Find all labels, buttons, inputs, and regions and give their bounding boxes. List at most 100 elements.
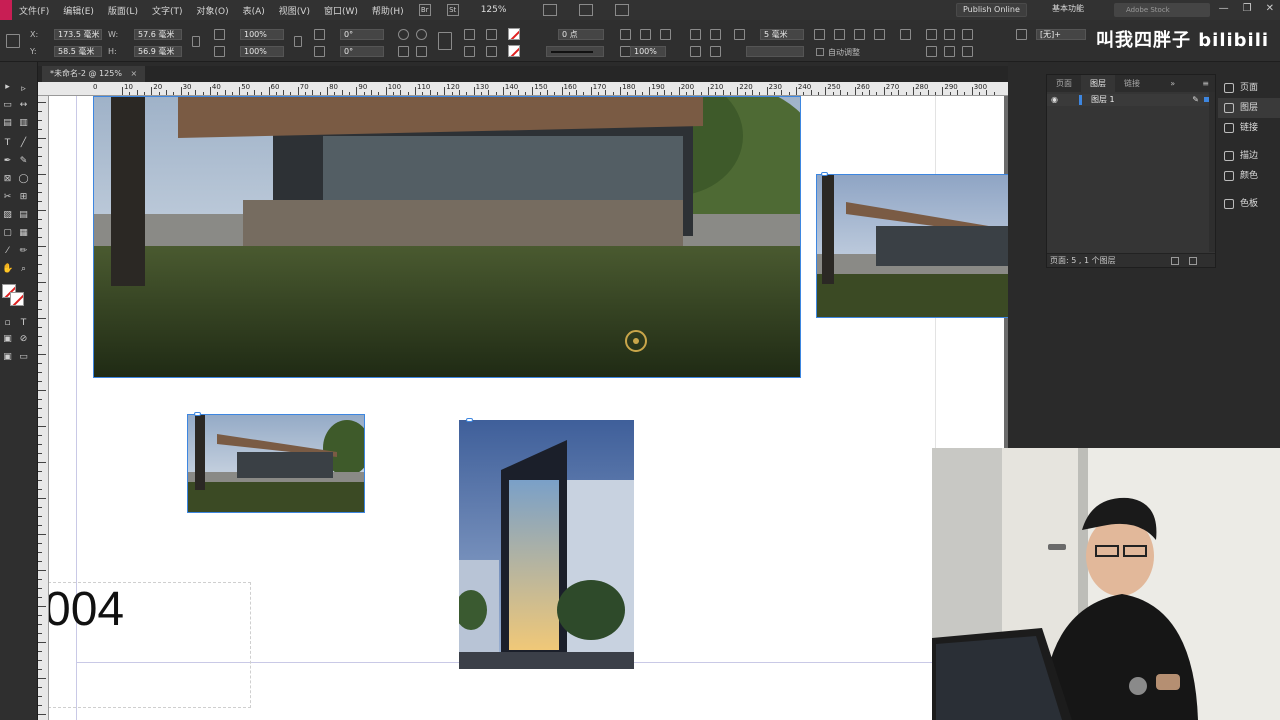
horizontal-ruler[interactable]: 0 10 20 30 40 50 60 70 80 90 100 110 120 130 140 150 160… [38,82,1008,96]
menu-help[interactable]: 帮助(H) [365,4,411,17]
adobe-stock-search[interactable]: Adobe Stock [1114,3,1210,17]
object-style-dropdown[interactable]: [无]+ [1036,29,1086,40]
align-right-icon[interactable] [962,29,973,40]
anchor-point-house-right-icon[interactable] [821,172,828,176]
anchor-point-house-small-icon[interactable] [194,412,201,416]
shear-field[interactable]: 0° [340,46,384,57]
zoom-tool-icon[interactable]: ⌕ [18,264,29,275]
center-content-icon[interactable] [854,29,865,40]
visibility-eye-icon[interactable]: ◉ [1051,95,1060,104]
auto-fit-checkbox[interactable] [816,48,824,56]
layer-name[interactable]: 图层 1 [1091,94,1115,106]
content-placer-icon[interactable]: ▥ [18,118,29,129]
reference-point-icon[interactable] [6,34,20,48]
screen-mode-icon[interactable] [578,4,593,16]
tab-layers[interactable]: 图层 [1081,75,1115,92]
select-content-icon[interactable] [464,46,475,57]
x-position-field[interactable]: 173.5 毫米 [54,29,102,40]
stock-icon[interactable]: St [446,4,459,16]
side-tab-color[interactable]: 颜色 [1218,166,1280,186]
document-tab[interactable]: *未命名-2 @ 125% × [42,66,146,82]
side-tab-stroke[interactable]: 描边 [1218,146,1280,166]
panel-menu-icon[interactable]: ≡ [1196,79,1215,88]
align-bottom-icon[interactable] [962,46,973,57]
pencil-tool-icon[interactable]: ✎ [18,156,29,167]
selection-tool-icon[interactable]: ▸ [2,82,13,93]
menu-type[interactable]: 文字(T) [145,4,190,17]
hand-tool-icon[interactable]: ✋ [2,264,13,275]
rotate-ccw-icon[interactable] [416,29,427,40]
stroke-swatch-icon[interactable] [10,292,24,306]
apply-none-icon[interactable]: ⊘ [18,334,29,345]
gradient-feather-tool-icon[interactable]: ▤ [18,210,29,221]
side-tab-layers[interactable]: 图层 [1218,98,1280,118]
zoom-level[interactable]: 125% [481,5,521,15]
flip-horizontal-icon[interactable] [398,46,409,57]
type-tool-icon[interactable]: T [2,138,13,149]
view-options-icon[interactable] [542,4,557,16]
close-button[interactable]: ✕ [1266,3,1274,14]
rectangle-icon[interactable] [620,29,631,40]
page-number[interactable]: 004 [49,584,124,636]
eyedropper-tool-icon[interactable]: ⁄ [2,246,13,257]
menu-layout[interactable]: 版面(L) [101,4,145,17]
minimize-button[interactable]: — [1219,3,1229,14]
scale-x-field[interactable]: 100% [240,29,284,40]
arrange-documents-icon[interactable] [614,4,629,16]
measure-tool-icon[interactable]: ✏ [18,246,29,257]
fill-swatch[interactable] [508,28,520,40]
menu-file[interactable]: 文件(F) [12,4,56,17]
layer-row[interactable]: ◉ 图层 1 ✎ [1047,94,1215,106]
image-frame-tower[interactable] [459,420,634,669]
layers-scrollbar[interactable] [1209,92,1215,252]
fit-proportionally-icon[interactable] [834,29,845,40]
select-container-icon[interactable] [464,29,475,40]
free-transform-tool-icon[interactable]: ⊞ [18,192,29,203]
drop-shadow-icon[interactable] [640,29,651,40]
frame-to-content-icon[interactable] [900,29,911,40]
align-left-icon[interactable] [926,29,937,40]
menu-edit[interactable]: 编辑(E) [56,4,101,17]
width-field[interactable]: 57.6 毫米 [134,29,182,40]
direct-selection-tool-icon[interactable]: ▹ [18,84,29,95]
screen-mode-tool-icon[interactable]: ▭ [18,352,29,363]
vertical-ruler[interactable] [38,96,49,720]
stroke-type-dropdown[interactable] [546,46,604,57]
table-tool-icon[interactable]: ▦ [18,228,29,239]
scale-y-field[interactable]: 100% [240,46,284,57]
fit-frame-icon[interactable] [690,46,701,57]
menu-window[interactable]: 窗口(W) [317,4,365,17]
view-mode-icon[interactable]: ▣ [2,352,13,363]
frame-fitting-field[interactable] [746,46,804,57]
workspace-switcher[interactable]: 基本功能 [1052,3,1084,14]
menu-view[interactable]: 视图(V) [272,4,317,17]
scissors-tool-icon[interactable]: ✂ [2,192,13,203]
pen-tool-icon[interactable]: ✒ [2,156,13,167]
side-tab-links[interactable]: 链接 [1218,118,1280,138]
page-tool-icon[interactable]: ▭ [2,100,13,111]
gap-tool-icon[interactable]: ↔ [18,100,29,111]
document-canvas[interactable]: 004 [49,96,1008,720]
menu-table[interactable]: 表(A) [236,4,272,17]
rectangle-frame-tool-icon[interactable]: ⊠ [2,174,13,185]
chain-icon[interactable] [294,36,302,47]
y-position-field[interactable]: 58.5 毫米 [54,46,102,57]
menu-object[interactable]: 对象(O) [190,4,236,17]
formatting-text-icon[interactable]: T [18,318,29,329]
tab-pages[interactable]: 页面 [1047,78,1081,89]
align-center-icon[interactable] [944,29,955,40]
fill-frame-icon[interactable] [814,29,825,40]
align-middle-icon[interactable] [944,46,955,57]
delete-layer-icon[interactable] [1189,257,1197,265]
flip-vertical-icon[interactable] [416,46,427,57]
content-grabber-icon[interactable] [625,330,647,352]
align-top-icon[interactable] [926,46,937,57]
select-next-icon[interactable] [486,46,497,57]
rotate-cw-icon[interactable] [398,29,409,40]
apply-color-icon[interactable]: ▣ [2,334,13,345]
rotate-field[interactable]: 0° [340,29,384,40]
note-tool-icon[interactable]: ▢ [2,228,13,239]
close-tab-icon[interactable]: × [130,69,137,78]
side-tab-pages[interactable]: 页面 [1218,78,1280,98]
ellipse-tool-icon[interactable]: ◯ [18,174,29,185]
